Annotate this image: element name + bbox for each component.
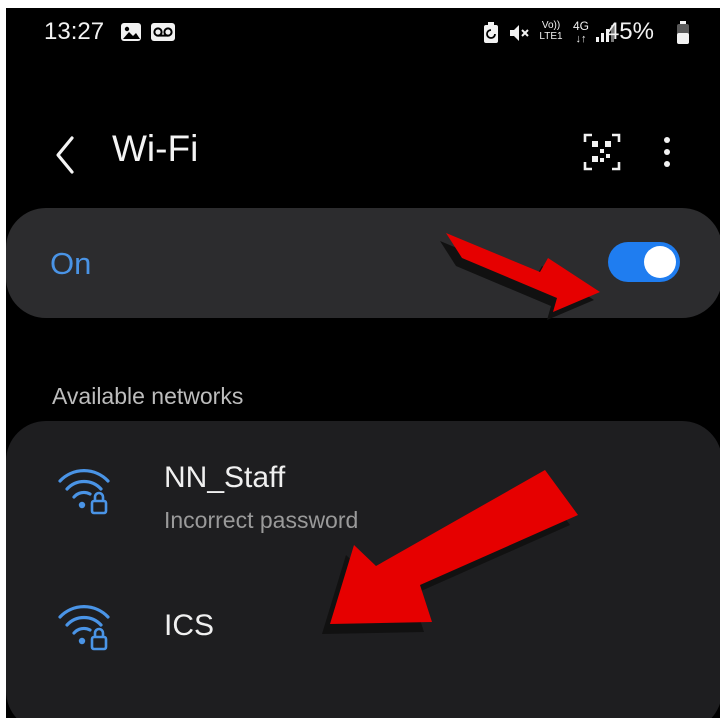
annotation-arrows xyxy=(322,233,600,634)
arrow-to-ics xyxy=(322,470,578,634)
arrow-to-toggle xyxy=(440,233,600,320)
